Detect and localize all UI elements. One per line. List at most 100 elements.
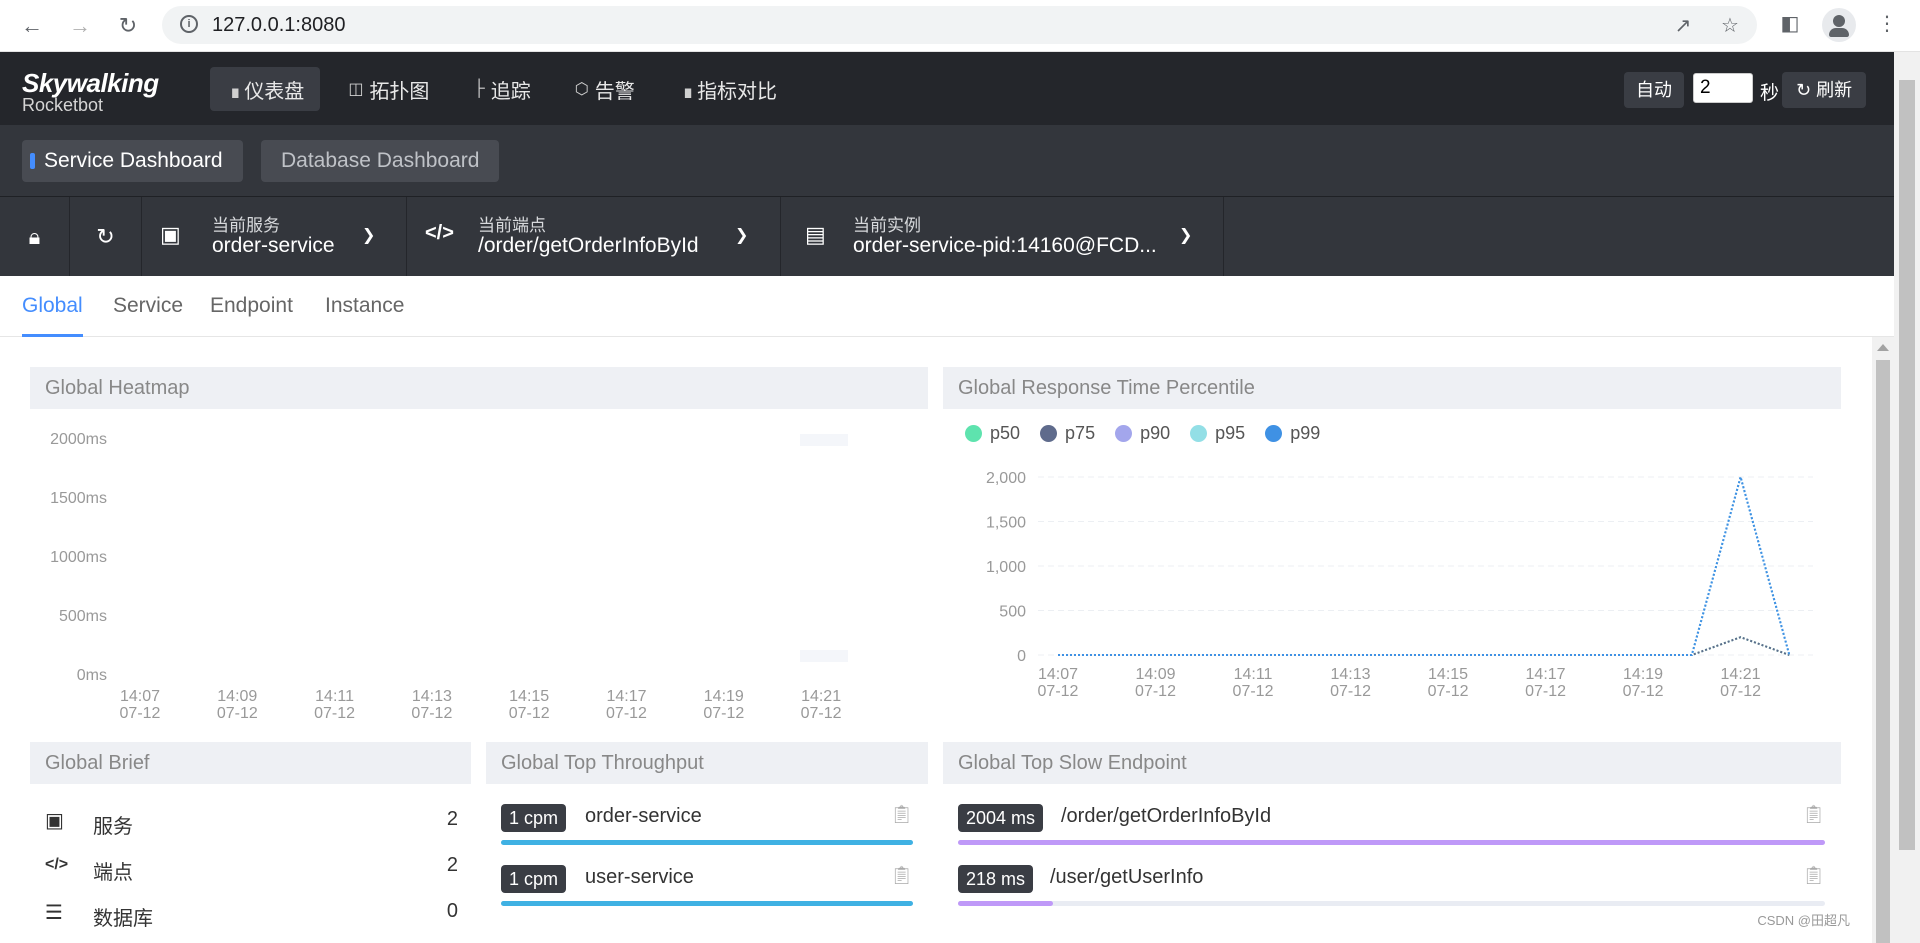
nav-alarm[interactable]: ⬡ 告警 bbox=[559, 67, 651, 111]
legend-item-p95[interactable]: p95 bbox=[1190, 423, 1245, 444]
clipboard-icon[interactable]: 📋︎ bbox=[1802, 804, 1825, 825]
heatmap-y-tick: 1500ms bbox=[50, 490, 107, 507]
brief-row-service: ▣ 服务 2 bbox=[45, 804, 458, 840]
legend-item-p50[interactable]: p50 bbox=[965, 423, 1020, 444]
nav-label: 指标对比 bbox=[697, 80, 778, 103]
throughput-row[interactable]: 1 cpm user-service 📋︎ bbox=[501, 865, 913, 915]
slow-endpoint-title: Global Top Slow Endpoint bbox=[943, 742, 1841, 784]
legend-label: p95 bbox=[1215, 423, 1246, 443]
nav-label: 拓扑图 bbox=[369, 80, 430, 103]
percentile-title: Global Response Time Percentile bbox=[943, 367, 1841, 409]
code-icon: </> bbox=[425, 222, 454, 244]
tab-instance[interactable]: Instance bbox=[325, 294, 404, 318]
endpoint-selector[interactable]: </> 当前端点 /order/getOrderInfoById ❯ bbox=[406, 197, 780, 276]
progress-fill bbox=[958, 901, 1053, 906]
x-tick-date: 07-12 bbox=[1233, 683, 1274, 697]
x-tick-label: 14:15 bbox=[1428, 666, 1468, 683]
info-icon[interactable]: i bbox=[180, 15, 198, 33]
nav-dashboard[interactable]: ▗ 仪表盘 bbox=[210, 67, 321, 111]
throughput-badge: 1 cpm bbox=[501, 804, 567, 832]
forward-icon[interactable]: → bbox=[66, 12, 94, 40]
selector-bar: 🔒︎ ↻ ▣ 当前服务 order-service ❯ </> 当前端点 /or… bbox=[0, 197, 1894, 276]
heatmap-x-tick: 14:07 bbox=[119, 688, 161, 705]
tab-service-dashboard[interactable]: Service Dashboard bbox=[22, 140, 243, 182]
sidepanel-icon[interactable]: ◧ bbox=[1775, 11, 1805, 41]
heatmap-x-tick-date: 07-12 bbox=[314, 705, 356, 722]
dashboard-content: Global Heatmap 2000ms 1500ms 1000ms 500m… bbox=[0, 337, 1894, 943]
progress-track bbox=[501, 840, 913, 845]
app-header: Skywalking Rocketbot ▗ 仪表盘 ◫ 拓扑图 ├ 追踪 ⬡ … bbox=[0, 52, 1894, 125]
star-icon[interactable]: ☆ bbox=[1717, 13, 1743, 39]
brief-title: Global Brief bbox=[30, 742, 471, 784]
back-icon[interactable]: ← bbox=[18, 12, 46, 40]
service-selector[interactable]: ▣ 当前服务 order-service ❯ bbox=[141, 197, 406, 276]
x-tick-label: 14:13 bbox=[1331, 666, 1371, 683]
auto-refresh-toggle[interactable]: 自动 bbox=[1624, 72, 1684, 108]
address-bar[interactable]: i 127.0.0.1:8080 ↗ ☆ bbox=[162, 6, 1757, 44]
database-icon: ☰ bbox=[45, 902, 63, 924]
interval-input[interactable] bbox=[1693, 73, 1753, 103]
heatmap-x-tick: 14:19 bbox=[703, 688, 744, 705]
series-line-p75 bbox=[1058, 636, 1790, 656]
profile-icon[interactable] bbox=[1822, 8, 1856, 42]
brief-label: 端点 bbox=[93, 862, 133, 884]
x-tick-date: 07-12 bbox=[1038, 683, 1079, 697]
slow-endpoint-row[interactable]: 2004 ms /order/getOrderInfoById 📋︎ bbox=[958, 804, 1825, 854]
brief-label: 数据库 bbox=[93, 908, 153, 930]
heatmap-x-tick-date: 07-12 bbox=[508, 705, 550, 722]
instance-selector[interactable]: ▤ 当前实例 order-service-pid:14160@FCD... ❯ bbox=[780, 197, 1224, 276]
share-icon[interactable]: ↗ bbox=[1670, 13, 1696, 39]
url-text[interactable]: 127.0.0.1:8080 bbox=[212, 14, 345, 37]
x-tick-label: 14:07 bbox=[1038, 666, 1078, 683]
heatmap-x-tick: 14:21 bbox=[801, 688, 842, 705]
nav-trace[interactable]: ├ 追踪 bbox=[457, 67, 546, 111]
nav-label: 仪表盘 bbox=[244, 80, 305, 103]
nav-topology[interactable]: ◫ 拓扑图 bbox=[332, 67, 445, 111]
endpoint-icon: </> bbox=[45, 856, 69, 873]
instance-label: 当前实例 bbox=[853, 216, 921, 235]
scroll-up-arrow-icon[interactable] bbox=[1877, 344, 1889, 351]
service-label: 当前服务 bbox=[212, 216, 280, 235]
reload-icon[interactable]: ↻ bbox=[114, 12, 142, 40]
heatmap-x-tick-date: 07-12 bbox=[800, 705, 842, 722]
heatmap-cell bbox=[800, 434, 848, 446]
tab-endpoint[interactable]: Endpoint bbox=[210, 294, 293, 318]
nav-label: 追踪 bbox=[490, 80, 531, 103]
legend-item-p99[interactable]: p99 bbox=[1265, 423, 1320, 444]
clipboard-icon[interactable]: 📋︎ bbox=[890, 804, 913, 825]
service-icon: ▣ bbox=[45, 810, 64, 832]
x-tick-label: 14:19 bbox=[1623, 666, 1663, 683]
content-scroll-thumb[interactable] bbox=[1876, 360, 1890, 943]
lock-icon[interactable]: 🔒︎ bbox=[0, 197, 69, 276]
legend-dot bbox=[1115, 425, 1133, 442]
heatmap-x-tick-date: 07-12 bbox=[411, 705, 453, 722]
logo[interactable]: Skywalking Rocketbot bbox=[22, 68, 159, 116]
percentile-chart: 2,0001,5001,000500014:0707-1214:0907-121… bbox=[986, 470, 1813, 697]
page-scroll-thumb[interactable] bbox=[1899, 80, 1915, 850]
legend-item-p75[interactable]: p75 bbox=[1040, 423, 1095, 444]
brief-row-endpoint: </> 端点 2 bbox=[45, 850, 458, 886]
refresh-button[interactable]: ↻ 刷新 bbox=[1782, 72, 1867, 108]
x-tick-date: 07-12 bbox=[1720, 683, 1761, 697]
throughput-row[interactable]: 1 cpm order-service 📋︎ bbox=[501, 804, 913, 854]
heatmap-title: Global Heatmap bbox=[30, 367, 928, 409]
menu-icon[interactable]: ⋮ bbox=[1872, 11, 1902, 41]
instance-value: order-service-pid:14160@FCD... bbox=[853, 234, 1157, 257]
chart-legend: p50 p75 p90 p95 p99 bbox=[965, 423, 1340, 444]
legend-item-p90[interactable]: p90 bbox=[1115, 423, 1170, 444]
legend-dot bbox=[1190, 425, 1208, 442]
tab-global[interactable]: Global bbox=[22, 294, 83, 337]
sub-tabs: Global Service Endpoint Instance bbox=[0, 276, 1894, 337]
clipboard-icon[interactable]: 📋︎ bbox=[890, 865, 913, 886]
tab-service[interactable]: Service bbox=[113, 294, 183, 318]
heatmap-x-tick: 14:15 bbox=[509, 688, 550, 705]
x-tick-date: 07-12 bbox=[1135, 683, 1176, 697]
x-tick-date: 07-12 bbox=[1330, 683, 1371, 697]
reload-dashboard-icon[interactable]: ↻ bbox=[69, 197, 141, 276]
slow-endpoint-row[interactable]: 218 ms /user/getUserInfo 📋︎ bbox=[958, 865, 1825, 915]
progress-track bbox=[501, 901, 913, 906]
nav-compare[interactable]: ▗ 指标对比 bbox=[663, 67, 793, 111]
tab-database-dashboard[interactable]: Database Dashboard bbox=[261, 140, 500, 182]
clipboard-icon[interactable]: 📋︎ bbox=[1802, 865, 1825, 886]
legend-label: p75 bbox=[1065, 423, 1096, 443]
